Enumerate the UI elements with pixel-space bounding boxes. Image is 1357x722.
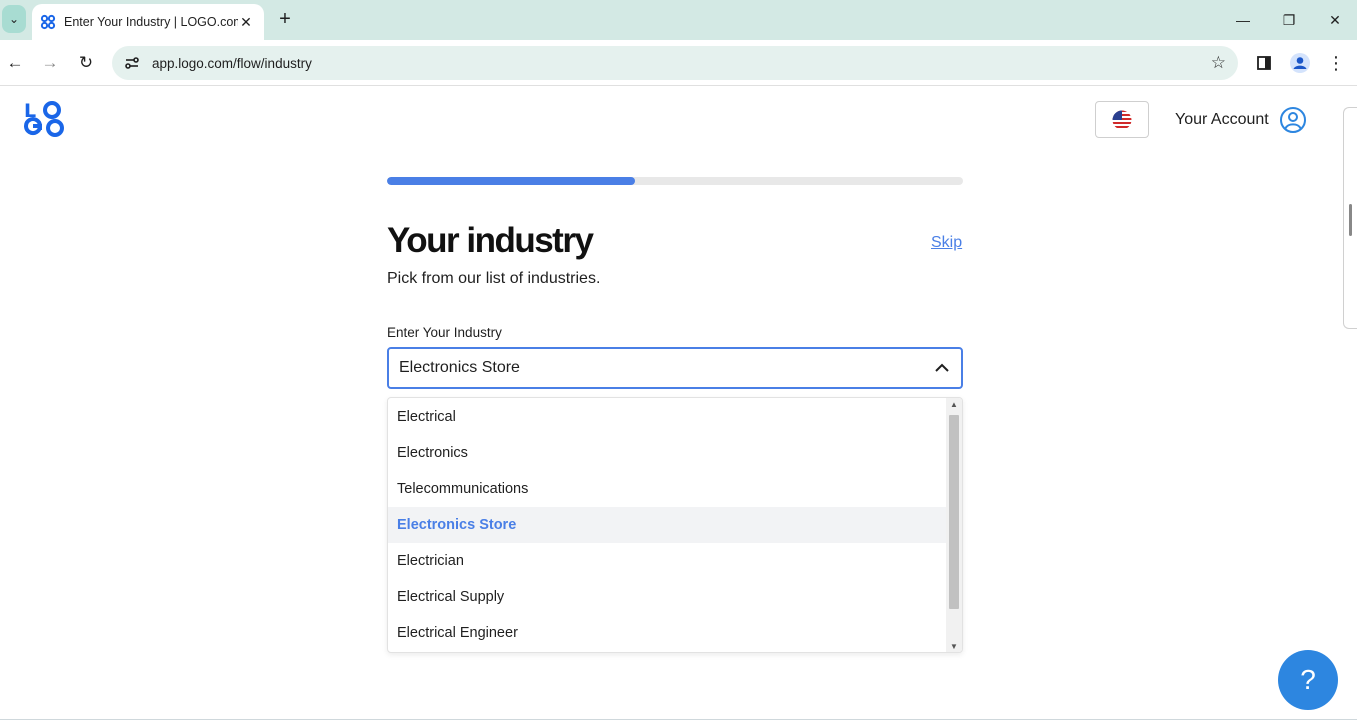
- browser-tabbar: ⌄ Enter Your Industry | LOGO.com ✕ + — ❐…: [0, 0, 1357, 40]
- forward-button[interactable]: →: [37, 50, 63, 76]
- industry-option[interactable]: Electrical Engineer: [388, 615, 946, 651]
- skip-link[interactable]: Skip: [931, 234, 962, 252]
- side-panel-icon[interactable]: [1251, 50, 1277, 76]
- industry-combobox[interactable]: [387, 347, 963, 389]
- chevron-up-icon[interactable]: [933, 359, 951, 377]
- logo-favicon-icon: [40, 14, 56, 30]
- page: L Your Account Your industry Skip Pick f…: [0, 87, 1357, 722]
- page-scroll-thumb[interactable]: [1349, 204, 1352, 236]
- industry-option[interactable]: Electrical: [388, 399, 946, 435]
- account-label: Your Account: [1175, 111, 1269, 128]
- tab-title: Enter Your Industry | LOGO.com: [64, 15, 238, 29]
- listbox-options: Electrical Electronics Telecommunications E…: [388, 399, 946, 651]
- us-flag-icon: [1112, 110, 1132, 129]
- scroll-up-icon[interactable]: ▲: [946, 398, 962, 412]
- page-scrollbar[interactable]: [1343, 107, 1357, 329]
- address-bar[interactable]: app.logo.com/flow/industry ☆: [112, 46, 1238, 80]
- industry-option[interactable]: Electronics Store: [388, 507, 946, 543]
- industry-option[interactable]: Electronics: [388, 435, 946, 471]
- user-circle-icon: [1279, 107, 1306, 133]
- progress-fill: [387, 177, 635, 185]
- listbox-scrollbar[interactable]: ▲ ▼: [946, 398, 962, 652]
- page-title: Your industry: [387, 221, 594, 260]
- language-selector-button[interactable]: [1095, 101, 1149, 138]
- site-settings-icon[interactable]: [124, 55, 140, 71]
- browser-tab[interactable]: Enter Your Industry | LOGO.com ✕: [32, 4, 264, 40]
- listbox-scroll-thumb[interactable]: [949, 415, 959, 609]
- minimize-button[interactable]: —: [1228, 8, 1258, 32]
- tab-close-icon[interactable]: ✕: [238, 14, 254, 31]
- new-tab-button[interactable]: +: [274, 8, 296, 32]
- progress-bar: [387, 177, 963, 185]
- scroll-down-icon[interactable]: ▼: [946, 640, 962, 652]
- profile-avatar-icon[interactable]: [1287, 50, 1313, 76]
- back-button[interactable]: ←: [2, 50, 28, 76]
- industry-listbox: Electrical Electronics Telecommunications E…: [387, 397, 963, 653]
- bottom-divider: [0, 719, 1357, 720]
- browser-menu-icon[interactable]: ⋮: [1323, 50, 1349, 76]
- window-close-button[interactable]: ✕: [1320, 8, 1350, 32]
- industry-option[interactable]: Telecommunications: [388, 471, 946, 507]
- industry-option[interactable]: Electrician: [388, 543, 946, 579]
- logo-icon[interactable]: L: [24, 99, 64, 139]
- help-button[interactable]: ?: [1278, 650, 1338, 710]
- page-subtitle: Pick from our list of industries.: [387, 270, 601, 287]
- industry-input[interactable]: [399, 359, 933, 377]
- bookmark-star-icon[interactable]: ☆: [1211, 53, 1226, 73]
- tab-search-button[interactable]: ⌄: [2, 5, 26, 33]
- address-url[interactable]: app.logo.com/flow/industry: [152, 56, 1211, 71]
- browser-toolbar: ← → ↻ app.logo.com/flow/industry ☆ ⋮: [0, 40, 1357, 86]
- restore-button[interactable]: ❐: [1274, 8, 1304, 32]
- account-menu[interactable]: Your Account: [1175, 106, 1307, 134]
- industry-field-label: Enter Your Industry: [387, 325, 502, 340]
- chevron-down-icon: ⌄: [8, 12, 20, 26]
- reload-button[interactable]: ↻: [73, 50, 99, 76]
- question-mark-icon: ?: [1300, 664, 1316, 695]
- industry-option[interactable]: Electrical Supply: [388, 579, 946, 615]
